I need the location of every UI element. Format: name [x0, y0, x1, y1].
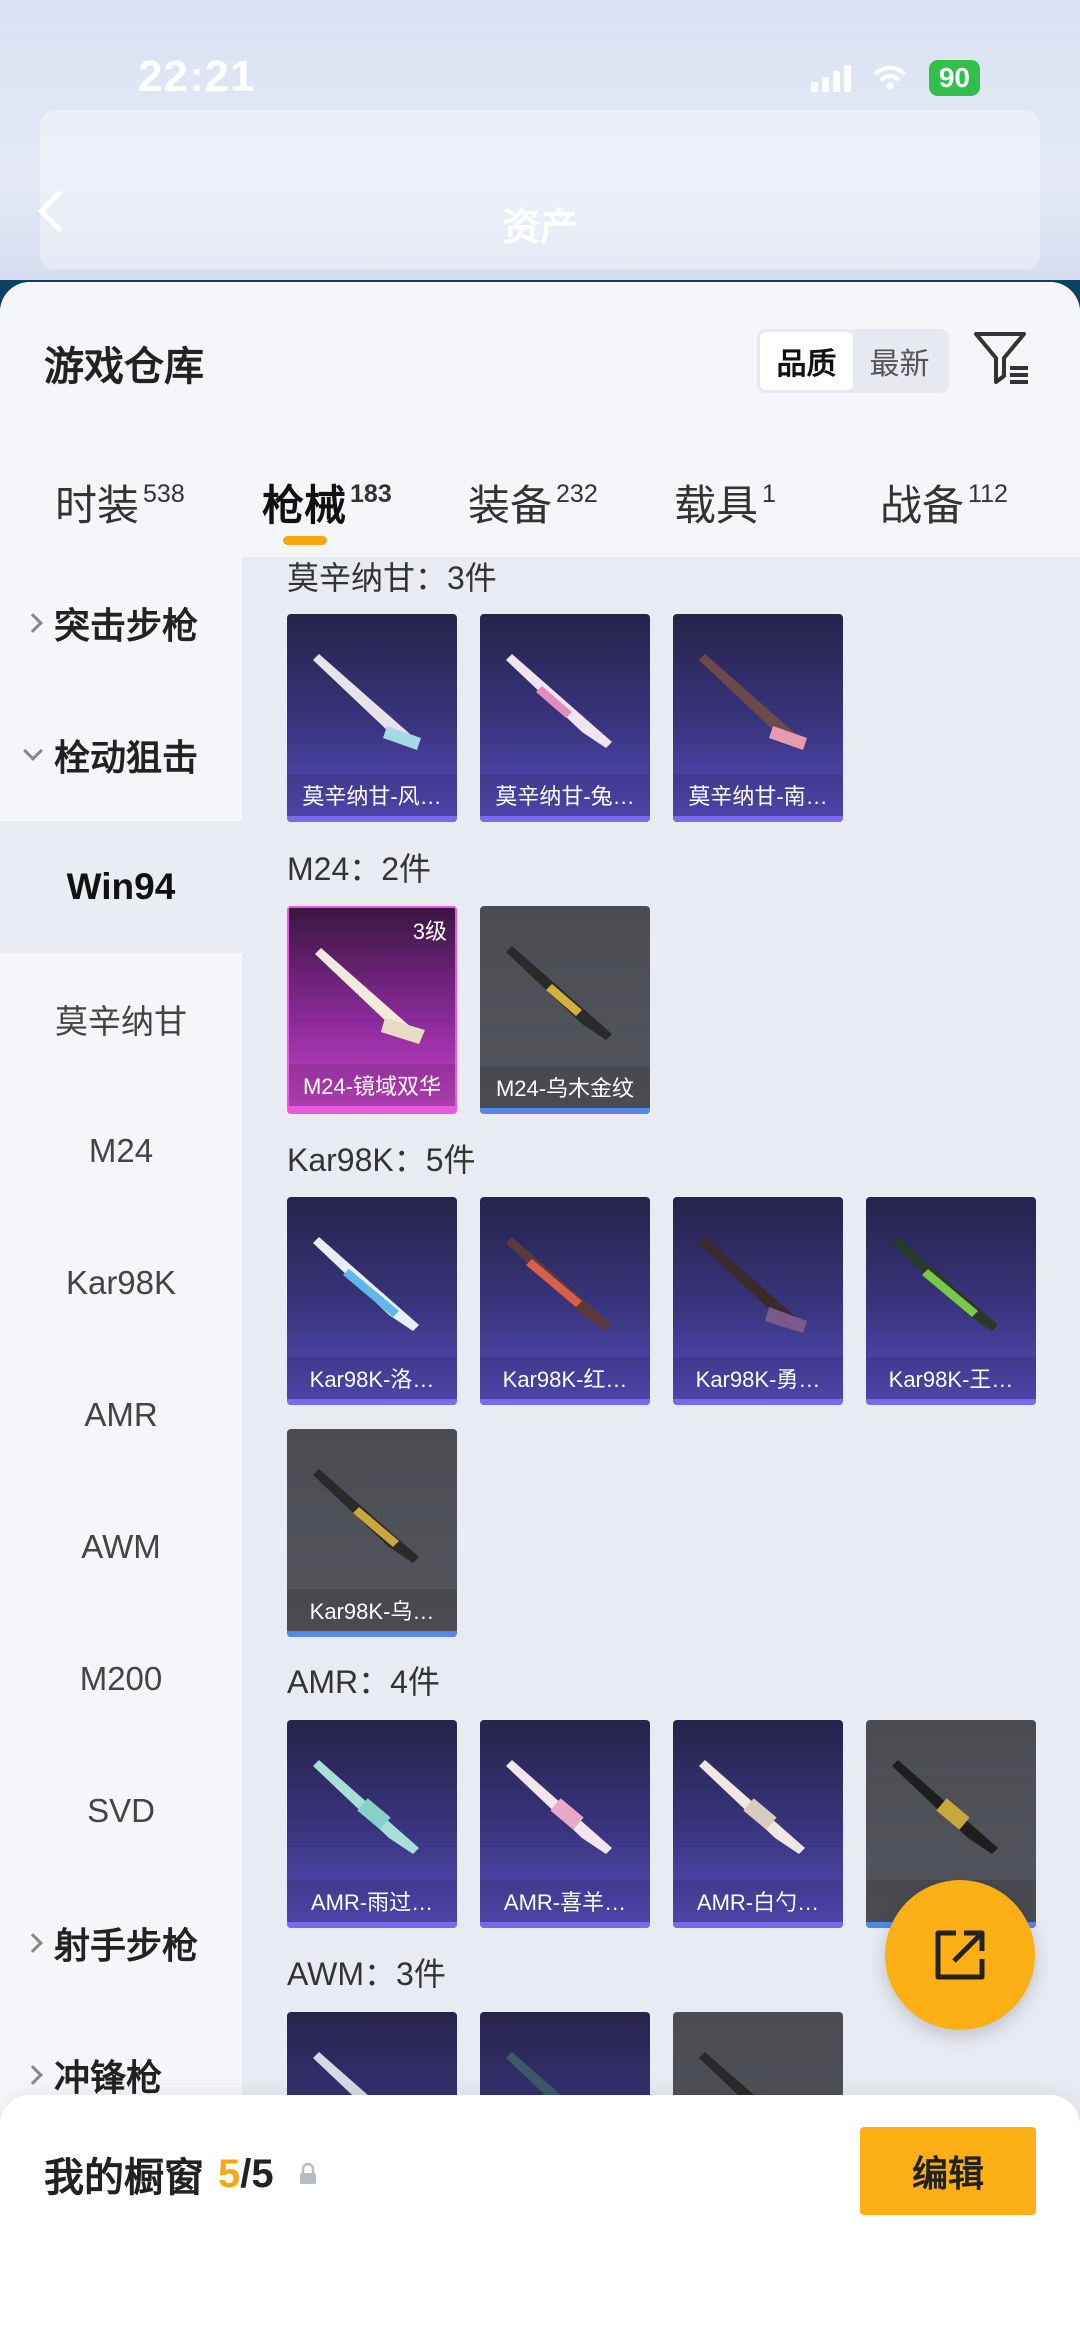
warehouse-sheet: 游戏仓库 品质 最新 时装 538 枪械 183 装备 232 载具 1 战备 112 突…	[0, 282, 1080, 2341]
sidebar-item-m24[interactable]: M24	[0, 1085, 242, 1217]
wifi-icon	[873, 65, 907, 90]
showcase-total: /5	[240, 2151, 274, 2196]
rifle-icon	[699, 654, 807, 750]
weapon-sidebar: 突击步枪 栓动狙击 Win94 莫辛纳甘 M24 Kar98K AMR AWM …	[0, 557, 242, 2122]
weapon-card[interactable]: 莫辛纳甘-南…	[673, 614, 843, 822]
rifle-icon	[892, 1237, 998, 1331]
sort-latest-button[interactable]: 最新	[853, 332, 946, 390]
weapon-card[interactable]: AMR-喜羊…	[480, 1720, 650, 1928]
group-title-mosin: 莫辛纳甘：3件	[287, 560, 497, 596]
weapon-card[interactable]: Kar98K-王…	[866, 1197, 1036, 1405]
sidebar-category-assault[interactable]: 突击步枪	[0, 557, 242, 689]
showcase-label: 我的橱窗	[44, 2156, 204, 2200]
lock-icon	[299, 2162, 316, 2184]
group-title-amr: AMR：4件	[287, 1664, 440, 1700]
filter-icon[interactable]	[972, 328, 1032, 388]
rifle-icon	[506, 1760, 612, 1854]
chevron-right-icon	[23, 613, 43, 633]
showcase-count: 5	[218, 2151, 241, 2196]
showcase-info: 我的橱窗 5 /5	[44, 2145, 320, 2203]
weapon-card[interactable]: AMR-白勺…	[673, 1720, 843, 1928]
rifle-icon	[506, 1237, 612, 1331]
chevron-right-icon	[23, 2065, 43, 2085]
signal-icon	[810, 64, 851, 92]
tab-vehicles[interactable]: 载具 1	[674, 472, 776, 533]
weapon-card[interactable]: Kar98K-乌…	[287, 1429, 457, 1637]
group-title-kar98k: Kar98K：5件	[287, 1142, 476, 1178]
sidebar-item-amr[interactable]: AMR	[0, 1349, 242, 1481]
rifle-icon	[699, 1760, 805, 1854]
share-button[interactable]	[885, 1880, 1035, 2030]
weapon-card[interactable]: AMR-雨过…	[287, 1720, 457, 1928]
sidebar-item-mosin[interactable]: 莫辛纳甘	[0, 953, 242, 1085]
rifle-icon	[313, 1469, 419, 1563]
tab-equipment[interactable]: 装备 232	[468, 472, 598, 533]
chevron-down-icon	[23, 741, 43, 761]
weapon-card[interactable]: Kar98K-红…	[480, 1197, 650, 1405]
group-title-m24: M24：2件	[287, 851, 432, 887]
sidebar-category-marksman[interactable]: 射手步枪	[0, 1877, 242, 2009]
status-time: 22:21	[138, 52, 256, 101]
rifle-icon	[315, 948, 425, 1044]
rifle-icon	[313, 654, 421, 750]
active-tab-indicator	[283, 536, 327, 545]
rifle-icon	[699, 1237, 807, 1333]
chevron-right-icon	[23, 1933, 43, 1953]
sidebar-item-kar98k[interactable]: Kar98K	[0, 1217, 242, 1349]
tab-firearms[interactable]: 枪械 183	[262, 472, 392, 533]
status-indicators: 90	[810, 60, 980, 96]
sidebar-item-win94[interactable]: Win94	[0, 821, 242, 953]
weapon-card[interactable]: M24-乌木金纹	[480, 906, 650, 1114]
weapon-card[interactable]: Kar98K-勇…	[673, 1197, 843, 1405]
category-tabs: 时装 538 枪械 183 装备 232 载具 1 战备 112	[0, 472, 1080, 557]
showcase-bar: 我的橱窗 5 /5 编辑	[0, 2095, 1080, 2341]
edit-button[interactable]: 编辑	[860, 2127, 1036, 2215]
warehouse-title: 游戏仓库	[44, 345, 204, 389]
sort-quality-button[interactable]: 品质	[760, 332, 853, 390]
sort-toggle: 品质 最新	[757, 329, 949, 393]
battery-indicator: 90	[928, 60, 980, 96]
sidebar-item-awm[interactable]: AWM	[0, 1481, 242, 1613]
sidebar-item-svd[interactable]: SVD	[0, 1745, 242, 1877]
rifle-icon	[506, 654, 612, 748]
rifle-icon	[506, 946, 612, 1040]
background-header	[0, 0, 1080, 320]
page-title: 资产	[501, 207, 578, 249]
rifle-icon	[313, 1760, 419, 1854]
external-link-icon	[935, 1930, 985, 1980]
warehouse-header: 游戏仓库 品质 最新 时装 538 枪械 183 装备 232 载具 1 战备 112	[0, 282, 1080, 557]
group-title-awm: AWM：3件	[287, 1956, 446, 1992]
tab-fashion[interactable]: 时装 538	[55, 472, 185, 533]
weapon-card[interactable]: 莫辛纳甘-兔…	[480, 614, 650, 822]
tab-supplies[interactable]: 战备 112	[880, 472, 1008, 533]
sidebar-item-m200[interactable]: M200	[0, 1613, 242, 1745]
rifle-icon	[892, 1760, 998, 1854]
weapon-card[interactable]: Kar98K-洛…	[287, 1197, 457, 1405]
rifle-icon	[313, 1237, 419, 1331]
weapon-card[interactable]: 3级 M24-镜域双华	[287, 906, 457, 1114]
weapon-card[interactable]: 莫辛纳甘-风…	[287, 614, 457, 822]
sidebar-category-bolt[interactable]: 栓动狙击	[0, 689, 242, 821]
